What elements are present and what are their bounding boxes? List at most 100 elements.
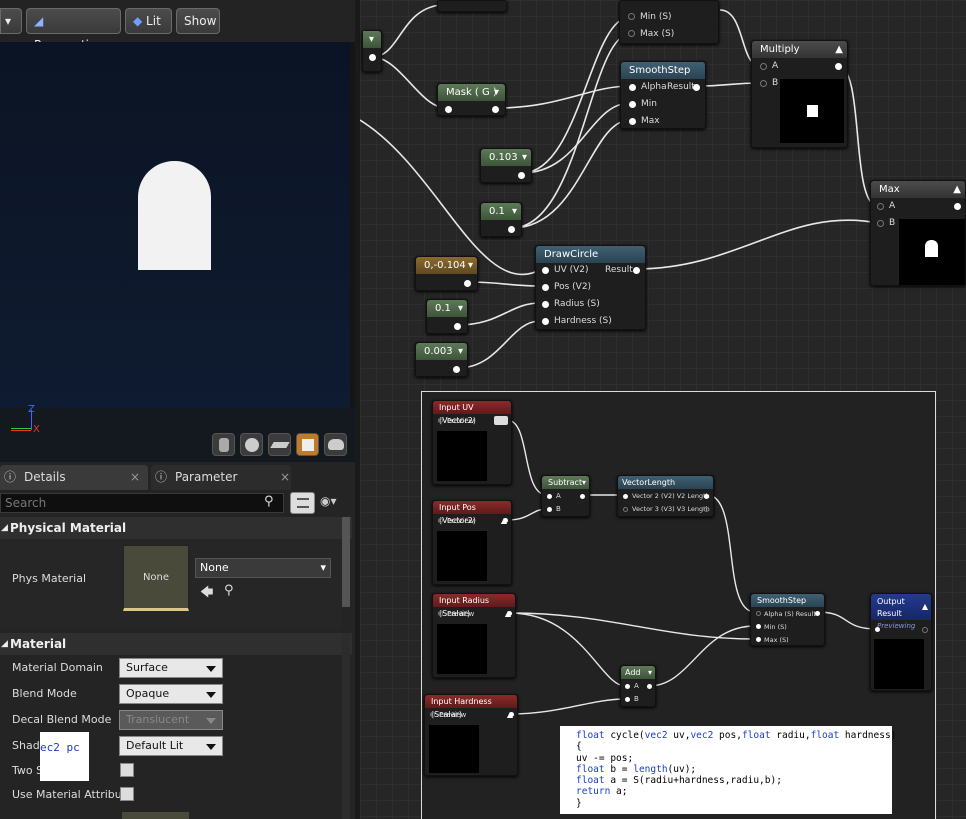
- perspective-button[interactable]: ◢ Perspective: [26, 8, 121, 52]
- collapse-icon: ▲: [835, 44, 843, 55]
- chevron-down-icon: [206, 744, 216, 750]
- cube-icon: ◆: [133, 14, 147, 28]
- hlsl-code-block: float cycle(vec2 uv,vec2 pos,float radiu…: [560, 726, 896, 814]
- two-sided-label: Two S: [12, 764, 44, 777]
- node-constant-0103[interactable]: 0.103 ▾: [480, 148, 532, 183]
- collapse-icon: ▲: [921, 602, 928, 611]
- node-input-uv[interactable]: Input UV (Vector2)▲ Preview: [432, 400, 512, 485]
- blend-mode-dropdown[interactable]: Opaque: [119, 684, 223, 704]
- tab-details[interactable]: ⓘ Details ×: [0, 465, 148, 490]
- node-constant-vec2[interactable]: 0,-0.104 ▾: [415, 256, 478, 291]
- node-constant-radius[interactable]: 0.1 ▾: [426, 299, 468, 334]
- chevron-down-icon: [206, 666, 216, 672]
- info-icon: ⓘ: [4, 470, 17, 484]
- view-options-button[interactable]: [290, 492, 315, 514]
- viewport-menu-button[interactable]: ▾: [0, 8, 22, 34]
- tab-parameter-defaults[interactable]: ⓘ Parameter Defaults ×: [151, 465, 291, 509]
- browse-button[interactable]: ⚲: [224, 583, 234, 598]
- node-constant-01[interactable]: 0.1 ▾: [480, 202, 522, 237]
- node-input-radius[interactable]: Input Radius (Scalar)▲ Preview: [432, 593, 516, 678]
- chevron-down-icon: [206, 718, 216, 724]
- phys-material-thumbnail[interactable]: None: [123, 545, 189, 611]
- cylinder-icon: [219, 438, 229, 452]
- node-inset-smoothstep[interactable]: SmoothStep Alpha (S) Result Min (S) Max …: [750, 593, 825, 646]
- search-icon: ⚲: [264, 494, 274, 509]
- cube-icon: [302, 439, 314, 451]
- axis-gizmo: Z X: [6, 402, 40, 435]
- node-subtract[interactable]: Subtract ▾ A B: [541, 475, 590, 517]
- sphere-icon: [245, 438, 259, 452]
- node-max[interactable]: Max ▲ A B: [870, 180, 966, 286]
- max-preview: [899, 219, 965, 285]
- node-partial[interactable]: [437, 0, 507, 12]
- chevron-down-icon: ◢: [1, 523, 8, 533]
- scrollbar[interactable]: [342, 633, 350, 819]
- node-vectorlength[interactable]: VectorLength Vector 2 (V2) V2 Length Vec…: [617, 475, 714, 517]
- shading-model-label: Shadi: [12, 739, 43, 752]
- preview-mesh-shape: [138, 161, 211, 270]
- chevron-down-icon: ▾: [5, 14, 12, 28]
- chevron-down-icon: [206, 692, 216, 698]
- node-minmax[interactable]: Min (S) Max (S): [619, 0, 719, 44]
- teapot-icon: [328, 439, 344, 450]
- material-domain-label: Material Domain: [12, 661, 103, 674]
- preview-toggle[interactable]: [494, 416, 508, 425]
- close-icon[interactable]: ×: [280, 465, 290, 490]
- material-thumbnail: [122, 812, 189, 819]
- chevron-down-icon: ▾: [457, 303, 463, 314]
- use-material-attributes-label: Use Material Attribut: [12, 788, 127, 801]
- lit-button[interactable]: ◆ Lit: [125, 8, 172, 34]
- chevron-down-icon: ▾: [511, 206, 517, 217]
- teapot-preview-button[interactable]: [324, 433, 347, 456]
- phys-material-label: Phys Material: [12, 572, 87, 585]
- cube-preview-button[interactable]: [296, 433, 319, 456]
- use-selected-button[interactable]: 🡄: [200, 583, 213, 605]
- plane-preview-button[interactable]: [268, 433, 291, 456]
- node-add[interactable]: Add ▾ A B: [620, 665, 656, 707]
- chevron-down-icon: ▾: [320, 561, 326, 574]
- chevron-down-icon: ▾: [581, 478, 586, 487]
- node-constant-hardness[interactable]: 0.003 ▾: [415, 342, 468, 377]
- plane-icon: [270, 442, 290, 448]
- node-smoothstep[interactable]: SmoothStep Alpha Result Min Max: [620, 61, 706, 129]
- node-mask-g[interactable]: Mask ( G ) ▾: [437, 83, 506, 116]
- chevron-down-icon: ▾: [369, 34, 375, 45]
- decal-blend-mode-dropdown: Translucent: [119, 710, 223, 730]
- camera-icon: ◢: [34, 14, 44, 28]
- list-icon: [297, 498, 309, 508]
- section-material[interactable]: ◢ Material: [0, 633, 352, 655]
- node-multiply[interactable]: Multiply ▲ A B: [751, 40, 848, 148]
- material-domain-dropdown[interactable]: Surface: [119, 658, 223, 678]
- chevron-down-icon: ▾: [467, 260, 473, 271]
- eye-visibility-button[interactable]: ◉▾: [320, 494, 337, 508]
- node-texcoord[interactable]: ▾: [362, 30, 382, 72]
- chevron-down-icon: ▾: [647, 668, 652, 677]
- close-icon[interactable]: ×: [130, 465, 140, 490]
- eye-icon: ◉▾: [320, 494, 337, 508]
- decal-blend-mode-label: Decal Blend Mode: [12, 713, 112, 726]
- node-output-result[interactable]: Output Result Previewing ▲: [870, 593, 932, 691]
- chevron-down-icon: ▾: [457, 346, 463, 357]
- code-snippet-overlay: ec2 pc: [40, 732, 89, 781]
- chevron-down-icon: ▾: [493, 87, 499, 98]
- phys-material-dropdown[interactable]: None ▾: [195, 558, 331, 578]
- info-icon: ⓘ: [155, 470, 168, 484]
- two-sided-checkbox[interactable]: [120, 763, 134, 777]
- shading-model-dropdown[interactable]: Default Lit: [119, 736, 223, 756]
- multiply-preview: [780, 79, 844, 143]
- show-button[interactable]: Show: [176, 8, 220, 34]
- chevron-down-icon: ◢: [1, 639, 8, 649]
- node-input-hardness[interactable]: Input Hardness (Scalar)▲ Preview: [424, 694, 518, 776]
- node-input-pos[interactable]: Input Pos (Vector2)▲ Preview: [432, 500, 512, 585]
- node-drawcircle[interactable]: DrawCircle UV (V2) Result Pos (V2) Radiu…: [535, 245, 646, 330]
- cylinder-preview-button[interactable]: [212, 433, 235, 456]
- search-icon: ⚲: [224, 583, 234, 598]
- arrow-left-icon: 🡄: [200, 585, 214, 600]
- scrollbar[interactable]: [342, 517, 350, 607]
- blend-mode-label: Blend Mode: [12, 687, 77, 700]
- section-physical-material[interactable]: ◢ Physical Material: [0, 517, 352, 539]
- use-material-attributes-checkbox[interactable]: [120, 787, 134, 801]
- chevron-down-icon: ▾: [521, 152, 527, 163]
- search-input[interactable]: Search: [0, 493, 284, 513]
- sphere-preview-button[interactable]: [240, 433, 263, 456]
